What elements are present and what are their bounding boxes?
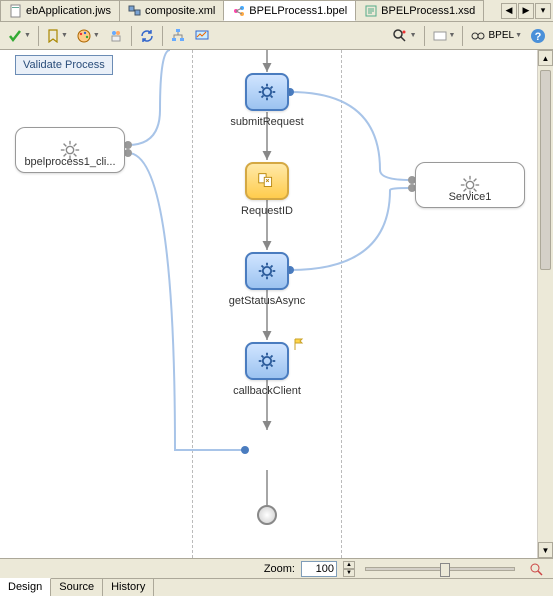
tab-nav: ◀ ▶ ▾ — [501, 3, 553, 19]
palette-button[interactable]: ▼ — [73, 25, 103, 47]
search-button[interactable]: ▼ — [388, 25, 420, 47]
flag-icon — [293, 338, 305, 350]
editor-mode-tabs: Design Source History — [0, 578, 553, 596]
scroll-down-button[interactable]: ▼ — [538, 542, 553, 558]
activity-callback-client[interactable] — [245, 342, 289, 380]
tab-label: composite.xml — [145, 5, 215, 17]
tab-label: BPELProcess1.bpel — [249, 5, 347, 17]
activity-request-id[interactable] — [245, 162, 289, 200]
design-canvas[interactable]: Validate Process bpelprocess1_cli... — [0, 50, 537, 558]
validate-button[interactable]: ▼ — [4, 25, 34, 47]
bpel-version-label: BPEL — [488, 30, 514, 41]
gear-icon — [256, 350, 278, 372]
tab-list-button[interactable]: ▾ — [535, 3, 551, 19]
zoom-slider-thumb[interactable] — [440, 563, 450, 577]
bpel-icon — [232, 4, 246, 18]
help-button[interactable]: ? — [527, 25, 549, 47]
svg-text:?: ? — [535, 31, 542, 43]
gear-icon — [256, 260, 278, 282]
partner-button[interactable] — [105, 25, 127, 47]
activity-label: submitRequest — [207, 116, 327, 128]
validate-process-button[interactable]: Validate Process — [15, 55, 113, 75]
zoom-slider[interactable] — [365, 567, 515, 571]
tab-design[interactable]: Design — [0, 578, 51, 596]
tab-prev-button[interactable]: ◀ — [501, 3, 517, 19]
tab-source[interactable]: Source — [51, 579, 103, 596]
zoom-selector-button[interactable]: ▼ — [429, 25, 459, 47]
scroll-thumb[interactable] — [540, 70, 551, 270]
tab-label: BPELProcess1.xsd — [381, 5, 475, 17]
assign-icon — [256, 170, 278, 192]
partner-label: Service1 — [410, 191, 530, 203]
partner-label: bpelprocess1_cli... — [10, 156, 130, 168]
spec-button[interactable]: BPEL▼ — [467, 25, 525, 47]
tab-label: ebApplication.jws — [26, 5, 111, 17]
zoom-spinner: ▲ ▼ — [343, 561, 355, 577]
tab-history[interactable]: History — [103, 579, 154, 596]
zoom-label: Zoom: — [264, 563, 295, 575]
refresh-button[interactable] — [136, 25, 158, 47]
zoom-bar: Zoom: ▲ ▼ — [0, 558, 553, 578]
editor-toolbar: ▼ ▼ ▼ ▼ ▼ BPEL▼ ? — [0, 22, 553, 50]
zoom-down-button[interactable]: ▼ — [343, 569, 355, 577]
zoom-up-button[interactable]: ▲ — [343, 561, 355, 569]
activity-submit-request[interactable] — [245, 73, 289, 111]
tab-next-button[interactable]: ▶ — [518, 3, 534, 19]
xsd-icon — [364, 4, 378, 18]
activity-label: getStatusAsync — [207, 295, 327, 307]
zoom-input[interactable] — [301, 561, 337, 577]
xml-icon — [128, 4, 142, 18]
tab-composite[interactable]: composite.xml — [119, 0, 224, 21]
vertical-scrollbar[interactable]: ▲ ▼ — [537, 50, 553, 558]
editor-tabbar: ebApplication.jws composite.xml BPELProc… — [0, 0, 553, 22]
bookmark-button[interactable]: ▼ — [43, 25, 71, 47]
flow-button[interactable] — [167, 25, 189, 47]
end-event[interactable] — [257, 505, 277, 525]
zoom-fit-button[interactable] — [525, 558, 547, 580]
monitor-button[interactable] — [191, 25, 213, 47]
file-icon — [9, 4, 23, 18]
scroll-up-button[interactable]: ▲ — [538, 50, 553, 66]
glasses-icon — [470, 28, 486, 44]
tab-bpelprocess-bpel[interactable]: BPELProcess1.bpel — [223, 0, 356, 21]
activity-label: callbackClient — [207, 385, 327, 397]
tab-ebapplication[interactable]: ebApplication.jws — [0, 0, 120, 21]
activity-get-status-async[interactable] — [245, 252, 289, 290]
gear-icon — [256, 81, 278, 103]
tab-bpelprocess-xsd[interactable]: BPELProcess1.xsd — [355, 0, 484, 21]
activity-label: RequestID — [207, 205, 327, 217]
